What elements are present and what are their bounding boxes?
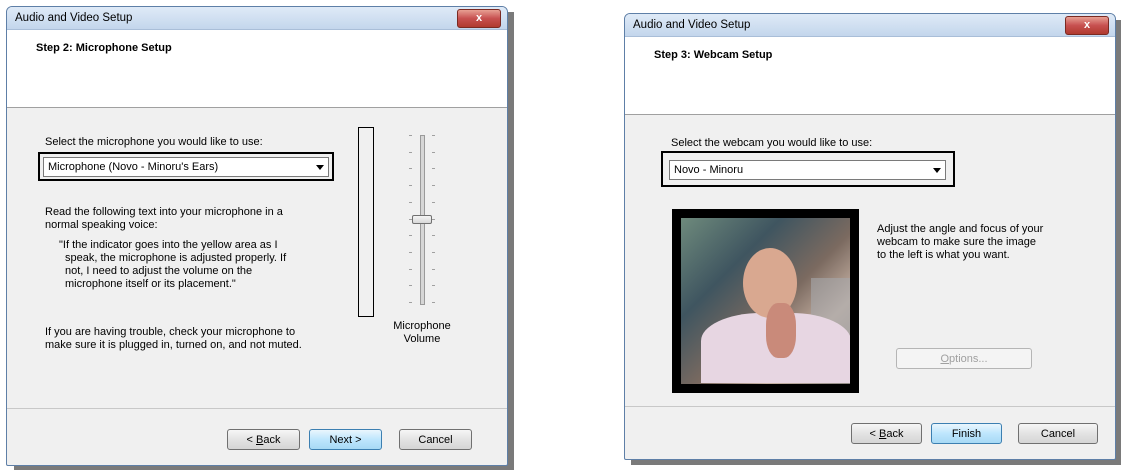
footer-separator <box>7 408 507 409</box>
microphone-dropdown[interactable]: Microphone (Novo - Minoru's Ears) <box>43 157 329 177</box>
read-instructions: Read the following text into your microp… <box>45 206 283 231</box>
volume-tick-mark <box>409 235 412 236</box>
volume-tick-mark <box>432 185 435 186</box>
volume-tick-mark <box>432 302 435 303</box>
options-button[interactable]: Options... <box>896 348 1032 369</box>
step-header: Step 2: Microphone Setup <box>7 30 507 108</box>
trouble-help-text: If you are having trouble, check your mi… <box>45 326 302 351</box>
volume-tick-mark <box>432 269 435 270</box>
volume-tick-mark <box>432 135 435 136</box>
close-button[interactable]: x <box>1065 16 1109 35</box>
webcam-dropdown[interactable]: Novo - Minoru <box>669 160 946 180</box>
select-webcam-label: Select the webcam you would like to use: <box>671 137 873 149</box>
volume-tick-mark <box>409 302 412 303</box>
step-header: Step 3: Webcam Setup <box>625 37 1115 115</box>
webcam-setup-dialog: Audio and Video Setup x Step 3: Webcam S… <box>624 13 1116 460</box>
step-title: Step 3: Webcam Setup <box>654 49 773 61</box>
finish-button[interactable]: Finish <box>931 423 1002 444</box>
back-button[interactable]: < Back <box>227 429 300 450</box>
close-button[interactable]: x <box>457 9 501 28</box>
window-title: Audio and Video Setup <box>15 12 133 24</box>
volume-tick-mark <box>409 135 412 136</box>
chevron-down-icon <box>933 168 941 173</box>
volume-tick-mark <box>409 168 412 169</box>
webcam-preview <box>672 209 859 393</box>
selected-webcam: Novo - Minoru <box>674 164 744 176</box>
volume-tick-mark <box>432 152 435 153</box>
adjust-instructions: Adjust the angle and focus of your webca… <box>877 223 1044 261</box>
volume-slider-thumb[interactable] <box>412 215 432 224</box>
microphone-volume-label: Microphone Volume <box>393 320 451 345</box>
volume-tick-mark <box>409 269 412 270</box>
input-level-meter <box>358 127 374 317</box>
footer-separator <box>625 406 1115 407</box>
volume-tick-mark <box>432 285 435 286</box>
title-bar: Audio and Video Setup x <box>625 14 1115 37</box>
window-title: Audio and Video Setup <box>633 19 751 31</box>
read-aloud-quote: "If the indicator goes into the yellow a… <box>59 239 287 290</box>
selected-microphone: Microphone (Novo - Minoru's Ears) <box>48 161 219 173</box>
chevron-down-icon <box>316 165 324 170</box>
volume-tick-mark <box>409 185 412 186</box>
volume-tick-mark <box>432 252 435 253</box>
volume-tick-mark <box>409 152 412 153</box>
volume-tick-mark <box>432 235 435 236</box>
volume-tick-mark <box>432 219 435 220</box>
back-button[interactable]: < Back <box>851 423 922 444</box>
volume-tick-mark <box>432 202 435 203</box>
volume-tick-mark <box>432 168 435 169</box>
volume-slider[interactable] <box>399 135 445 305</box>
cancel-button[interactable]: Cancel <box>399 429 472 450</box>
select-microphone-label: Select the microphone you would like to … <box>45 136 263 148</box>
volume-tick-mark <box>409 252 412 253</box>
step-title: Step 2: Microphone Setup <box>36 42 172 54</box>
next-button[interactable]: Next > <box>309 429 382 450</box>
volume-tick-mark <box>409 285 412 286</box>
title-bar: Audio and Video Setup x <box>7 7 507 30</box>
mic-setup-dialog: Audio and Video Setup x Step 2: Micropho… <box>6 6 508 466</box>
volume-tick-mark <box>409 202 412 203</box>
cancel-button[interactable]: Cancel <box>1018 423 1098 444</box>
